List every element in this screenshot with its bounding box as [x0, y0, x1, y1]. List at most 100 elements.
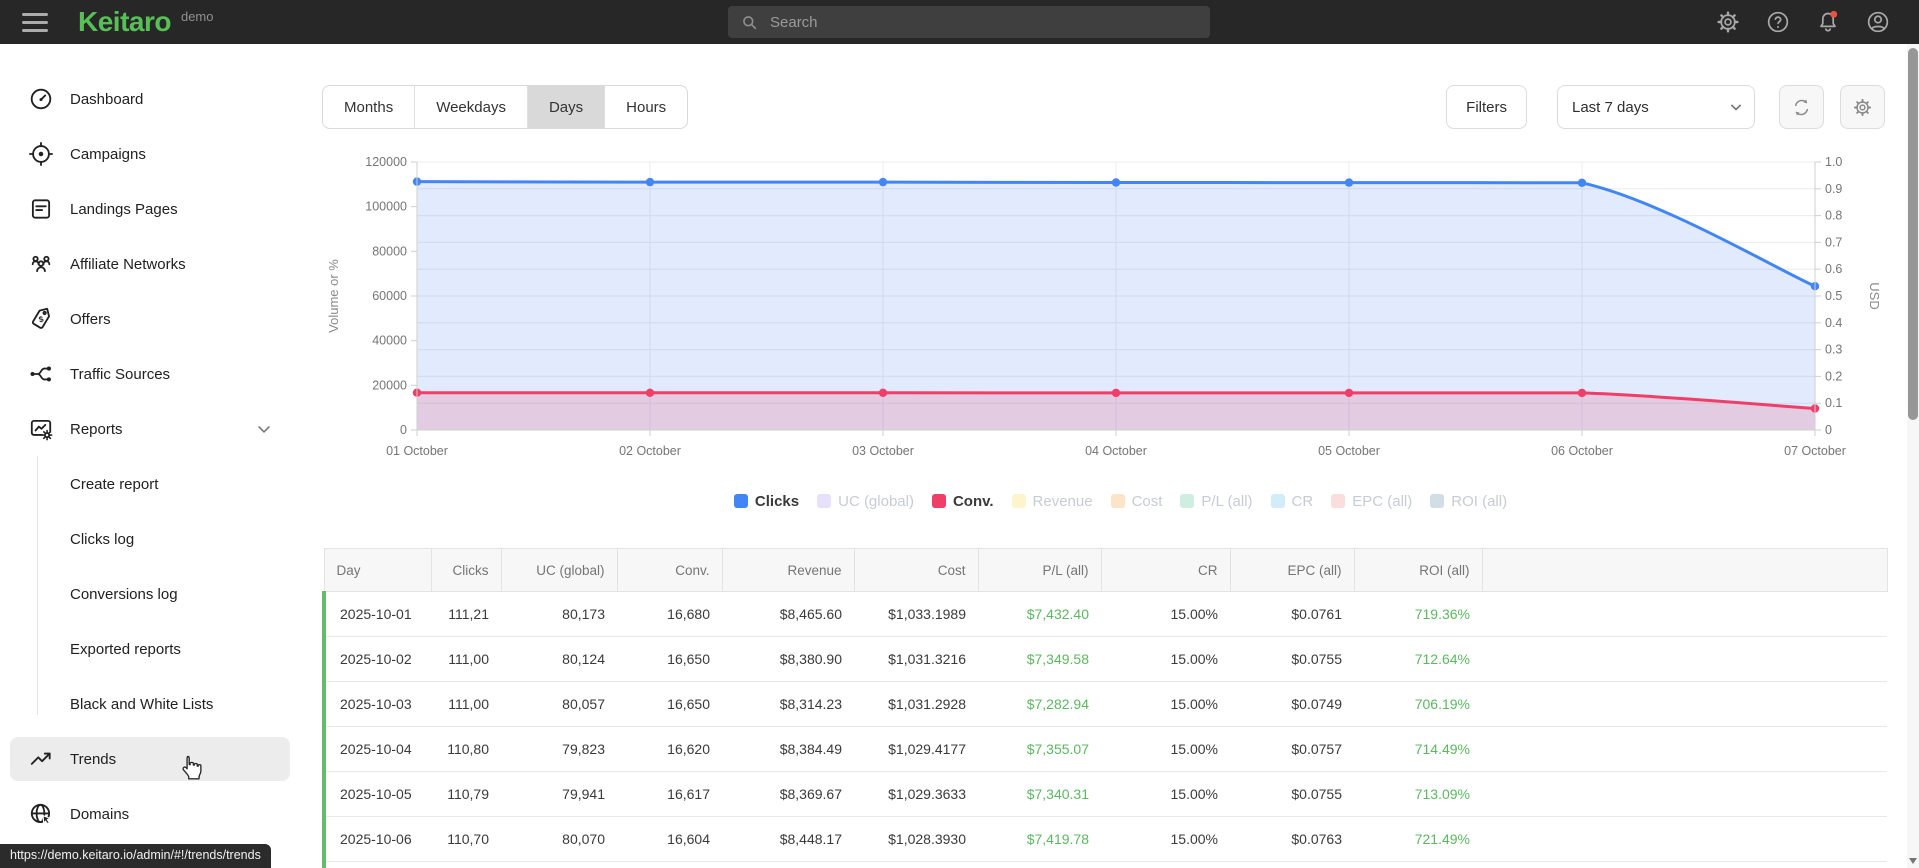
clicks-data-point	[1111, 178, 1121, 187]
date-range-value: Last 7 days	[1572, 98, 1649, 116]
cell-spacer	[1482, 591, 1887, 637]
sidebar-item-traffic-sources[interactable]: Traffic Sources	[10, 352, 290, 396]
refresh-icon	[1794, 99, 1809, 115]
left-axis-tick-label: 80000	[372, 244, 407, 258]
legend-item-clicks[interactable]: Clicks	[733, 493, 799, 510]
cell-revenue: $8,448.17	[722, 816, 854, 862]
affiliate-networks-icon	[31, 255, 51, 273]
cell-conv: 16,604	[617, 816, 722, 862]
cell-uc-global: 79,823	[501, 726, 617, 772]
sidebar-item-affiliate-networks[interactable]: Affiliate Networks	[10, 242, 290, 286]
trends-chart: 0 20000 40000 60000 80000 100000 120000 0 0.1 0.2…	[326, 155, 1882, 458]
right-axis-tick-label: 0.1	[1825, 396, 1842, 410]
column-header-cost: Cost	[854, 548, 979, 592]
table-row: 2025-10-03 111,00 80,057 16,650 $8,314.23 $1,…	[322, 681, 1887, 727]
search-input[interactable]	[770, 13, 1198, 31]
legend-item-revenue[interactable]: Revenue	[1011, 493, 1093, 510]
right-axis-tick-label: 0	[1825, 423, 1832, 437]
domains-icon	[30, 803, 51, 825]
column-header-cr: CR	[1101, 548, 1231, 592]
help-button[interactable]	[1765, 9, 1791, 35]
legend-item-cost[interactable]: Cost	[1110, 493, 1162, 510]
sidebar-subitem-create-report[interactable]: Create report	[0, 462, 300, 506]
legend-item-roi-all[interactable]: ROI (all)	[1430, 493, 1507, 510]
legend-swatch	[1331, 494, 1346, 508]
legend-label: ROI (all)	[1451, 492, 1508, 510]
cell-day: 2025-10-05	[322, 771, 431, 817]
sidebar-item-dashboard[interactable]: Dashboard	[10, 77, 290, 121]
sidebar-subitem-label: Exported reports	[70, 640, 181, 658]
cell-uc-global: 80,173	[501, 591, 617, 637]
reports-icon	[30, 419, 53, 441]
table-row: 2025-10-02 111,00 80,124 16,650 $8,380.90 $1,…	[322, 636, 1887, 682]
sidebar-item-campaigns[interactable]: Campaigns	[10, 132, 290, 176]
cell-spacer	[1482, 681, 1887, 727]
cell-uc-global: 80,057	[501, 681, 617, 727]
legend-swatch	[931, 494, 946, 508]
conv-data-point	[645, 388, 655, 397]
tab-weekdays[interactable]: Weekdays	[414, 86, 527, 128]
sidebar-item-label: Affiliate Networks	[70, 255, 186, 273]
tab-months[interactable]: Months	[323, 86, 414, 128]
sidebar-subitem-exported-reports[interactable]: Exported reports	[0, 627, 300, 671]
cell-cr: 15.00%	[1101, 681, 1230, 727]
cell-conv: 16,650	[617, 681, 722, 727]
sidebar-item-reports[interactable]: Reports	[10, 407, 290, 451]
cell-epc-all: $0.0755	[1230, 636, 1354, 682]
settings-button[interactable]	[1715, 9, 1741, 35]
sidebar: Dashboard Campaigns Landings Pages Affiliat…	[0, 44, 300, 868]
column-header-roi-all: ROI (all)	[1354, 548, 1483, 592]
legend-item-epc-all[interactable]: EPC (all)	[1331, 493, 1412, 510]
x-axis-tick-label: 03 October	[852, 444, 914, 458]
x-axis-tick-label: 05 October	[1318, 444, 1380, 458]
legend-item-uc-global[interactable]: UC (global)	[817, 493, 914, 510]
cell-uc-global: 80,124	[501, 636, 617, 682]
sidebar-subitem-black-and-white-lists[interactable]: Black and White Lists	[0, 682, 300, 726]
hamburger-menu-button[interactable]	[22, 9, 52, 35]
cell-roi-all: 706.19%	[1354, 681, 1482, 727]
filters-button[interactable]: Filters	[1446, 85, 1527, 129]
tab-hours[interactable]: Hours	[604, 86, 687, 128]
legend-item-cr[interactable]: CR	[1270, 493, 1313, 510]
legend-item-p-l-all[interactable]: P/L (all)	[1180, 493, 1253, 510]
cell-cr: 15.00%	[1101, 726, 1230, 772]
right-axis-tick-label: 0.6	[1825, 262, 1842, 276]
chevron-down-icon	[1731, 104, 1741, 111]
cell-revenue: $4,868.94	[722, 861, 854, 868]
cell-roi-all: 719.36%	[1354, 591, 1482, 637]
scrollbar-thumb[interactable]	[1908, 48, 1918, 420]
right-axis-tick-label: 0.5	[1825, 289, 1842, 303]
cell-p-l-all: $4,341.08	[978, 861, 1101, 868]
legend-item-conv[interactable]: Conv.	[931, 493, 994, 510]
legend-swatch	[1180, 494, 1195, 508]
cell-roi-all: 731.75%	[1354, 861, 1482, 868]
notifications-button[interactable]	[1815, 9, 1841, 35]
cell-spacer	[1482, 771, 1887, 817]
cell-clicks: 111,21	[431, 591, 501, 637]
column-header-revenue: Revenue	[722, 548, 855, 592]
account-button[interactable]	[1865, 9, 1891, 35]
tab-days[interactable]: Days	[526, 86, 605, 128]
app-logo[interactable]: Keitaro	[78, 8, 171, 36]
chart-settings-button[interactable]	[1840, 85, 1885, 129]
cell-revenue: $8,314.23	[722, 681, 854, 727]
conv-data-point	[1344, 388, 1354, 398]
cell-roi-all: 713.09%	[1354, 771, 1482, 817]
cell-day: 2025-10-02	[322, 636, 431, 682]
vertical-scrollbar[interactable]	[1907, 44, 1919, 868]
x-axis-tick-label: 02 October	[619, 444, 681, 458]
sidebar-subitem-conversions-log[interactable]: Conversions log	[0, 572, 300, 616]
sidebar-item-domains[interactable]: Domains	[10, 792, 290, 836]
sidebar-item-landings-pages[interactable]: Landings Pages	[10, 187, 290, 231]
sidebar-item-offers[interactable]: $ Offers	[10, 297, 290, 341]
cell-day: 2025-10-04	[322, 726, 431, 772]
global-search[interactable]	[728, 6, 1210, 38]
sidebar-subitem-clicks-log[interactable]: Clicks log	[0, 517, 300, 561]
toolbar-controls: Filters Last 7 days	[1446, 85, 1885, 129]
date-range-select[interactable]: Last 7 days	[1557, 85, 1755, 129]
conv-data-point	[1111, 388, 1121, 398]
cell-p-l-all: $7,355.07	[978, 726, 1101, 772]
sidebar-item-trends[interactable]: Trends	[10, 737, 290, 781]
scrollbar-down-arrow[interactable]	[1909, 858, 1917, 864]
refresh-button[interactable]	[1779, 85, 1824, 129]
